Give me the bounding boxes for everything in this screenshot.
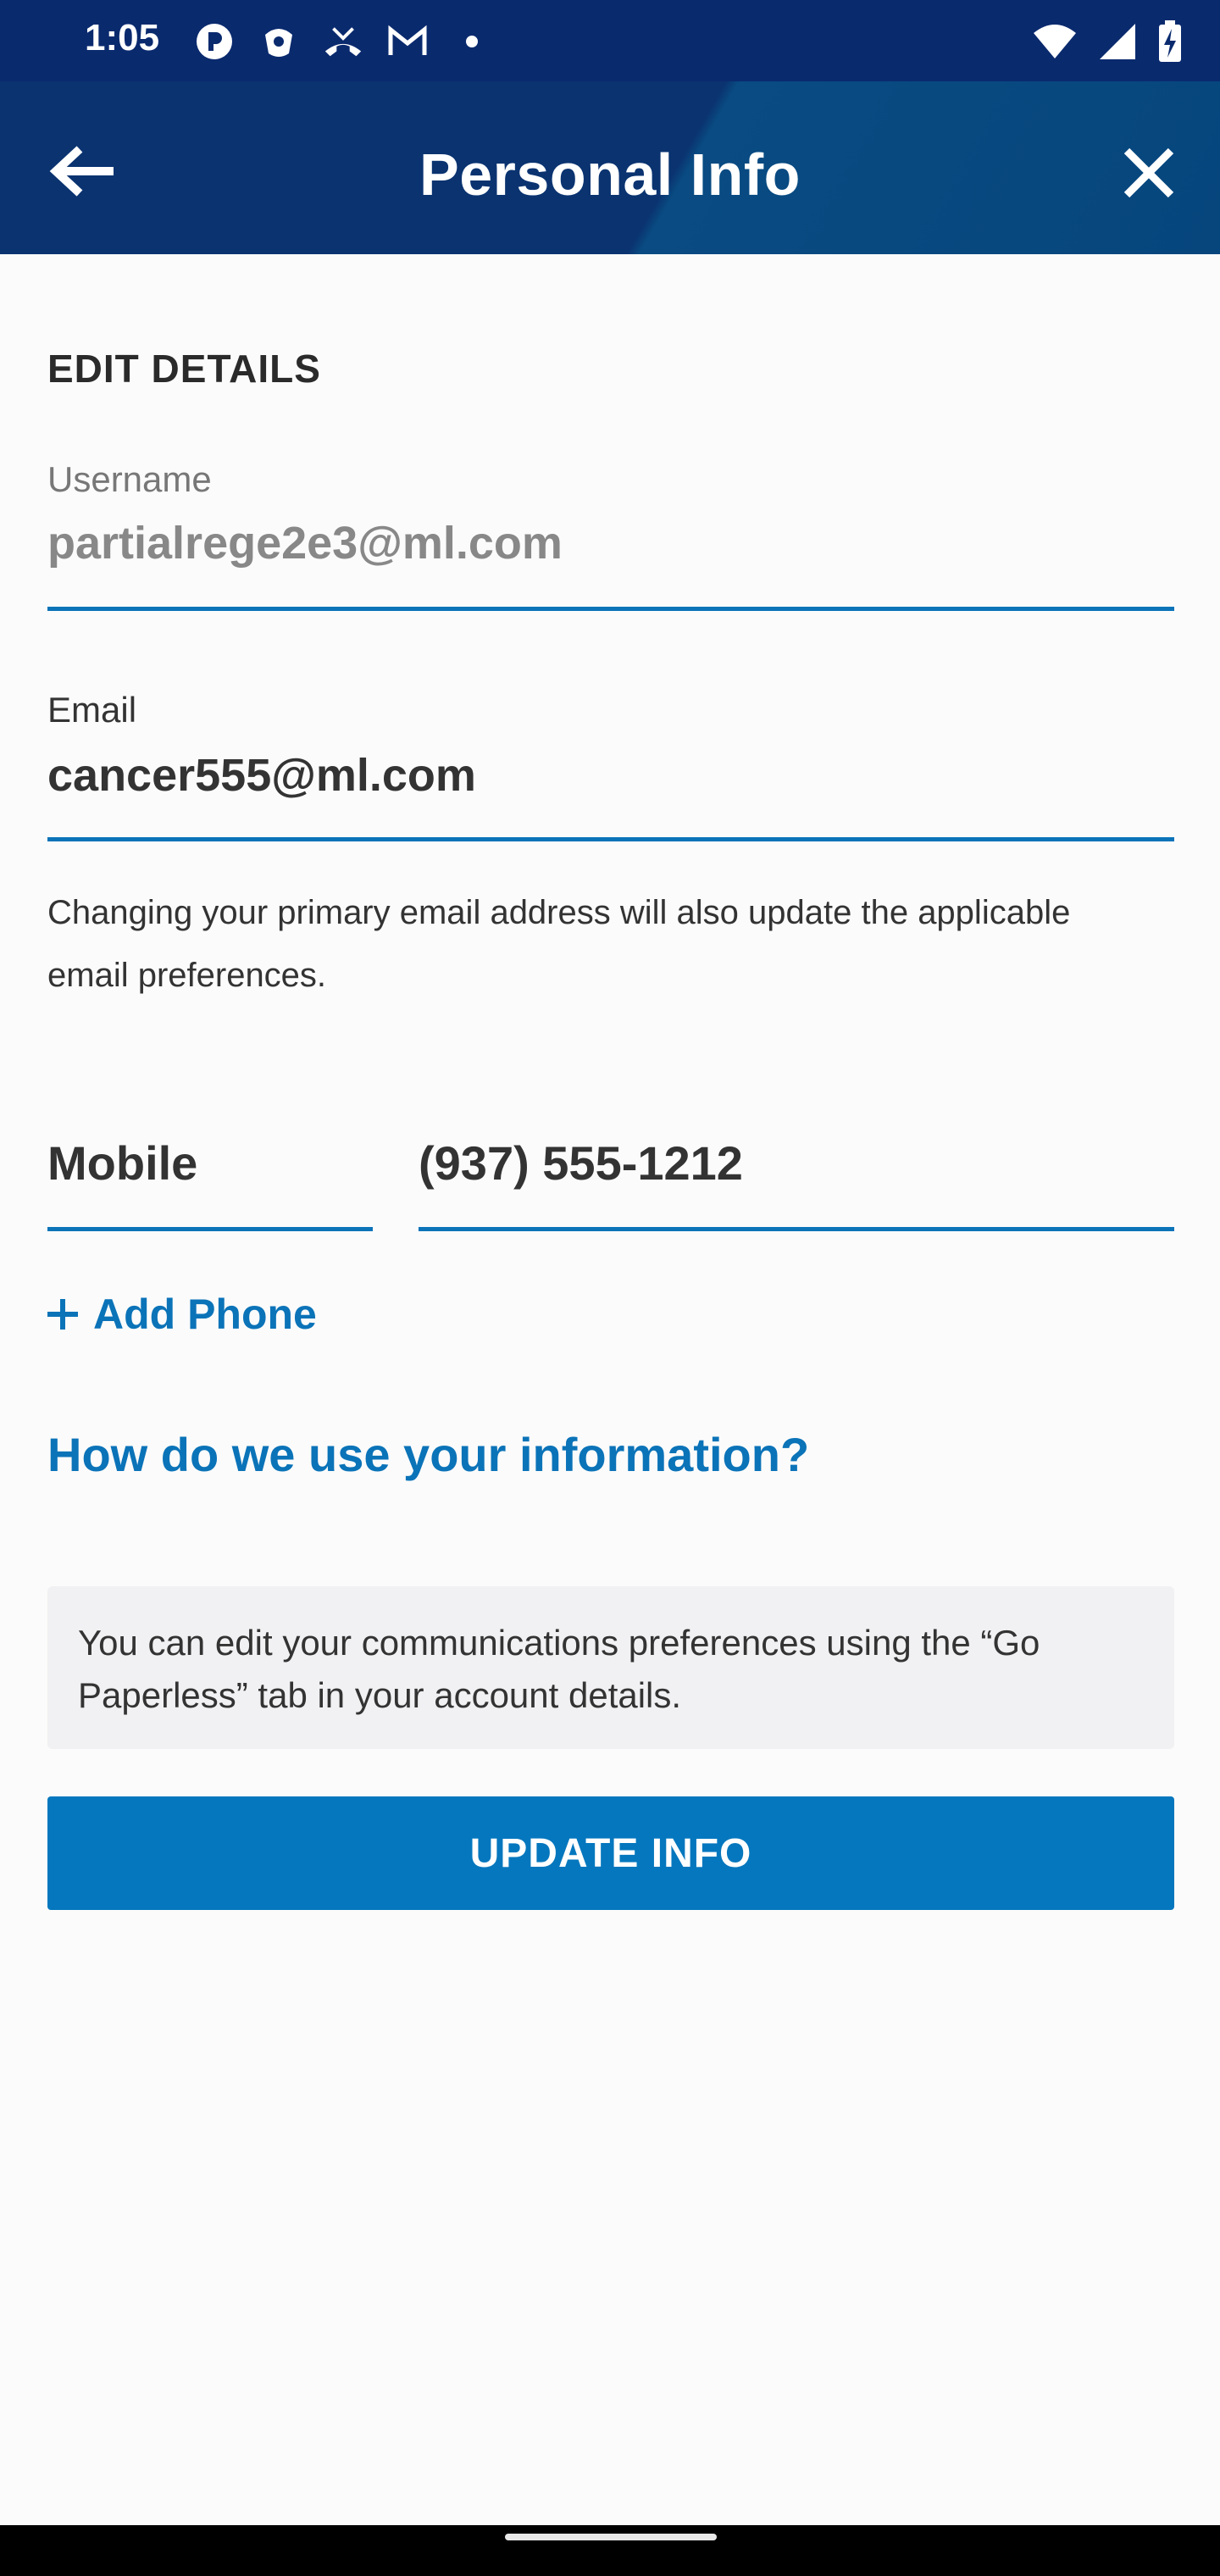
phone-number-underline	[419, 1227, 1174, 1231]
email-help-text: Changing your primary email address will…	[47, 894, 1071, 994]
wifi-icon	[1032, 23, 1078, 64]
close-button[interactable]	[1115, 139, 1183, 207]
shield-app-icon	[258, 20, 300, 63]
signal-icon	[1098, 22, 1137, 65]
battery-charging-icon	[1157, 20, 1183, 67]
username-label: Username	[47, 459, 212, 499]
app-header: Personal Info	[0, 81, 1220, 254]
close-icon	[1123, 147, 1174, 198]
phone-type-select[interactable]: Mobile	[47, 1135, 197, 1191]
paperless-notice-text: You can edit your communications prefere…	[78, 1623, 1040, 1715]
home-gesture-handle[interactable]	[505, 2534, 717, 2540]
paperless-notice: You can edit your communications prefere…	[47, 1586, 1174, 1749]
email-field[interactable]: cancer555@ml.com	[47, 749, 476, 802]
plus-icon	[47, 1299, 78, 1330]
system-nav-bar	[0, 2525, 1220, 2576]
system-icons	[1032, 20, 1183, 67]
dot-icon	[451, 20, 493, 63]
section-title: EDIT DETAILS	[47, 347, 321, 391]
email-label: Email	[47, 690, 137, 730]
username-field: partialrege2e3@ml.com	[47, 518, 563, 569]
update-info-button[interactable]: UPDATE INFO	[47, 1796, 1174, 1910]
edit-details-form: EDIT DETAILS Username partialrege2e3@ml.…	[0, 254, 1220, 2525]
phone-number-field[interactable]: (937) 555-1212	[419, 1135, 743, 1191]
username-underline	[47, 607, 1174, 611]
add-phone-label: Add Phone	[93, 1291, 317, 1338]
status-bar: 1:05	[0, 0, 1220, 81]
notification-icons	[193, 20, 493, 63]
email-underline	[47, 837, 1174, 841]
status-time: 1:05	[85, 17, 160, 58]
info-usage-link[interactable]: How do we use your information?	[47, 1427, 809, 1482]
pandora-icon	[193, 20, 236, 63]
add-phone-button[interactable]: Add Phone	[47, 1290, 317, 1339]
missed-call-icon	[322, 20, 364, 63]
page-title: Personal Info	[419, 142, 801, 208]
phone-type-underline	[47, 1227, 373, 1231]
gmail-icon	[386, 20, 429, 63]
